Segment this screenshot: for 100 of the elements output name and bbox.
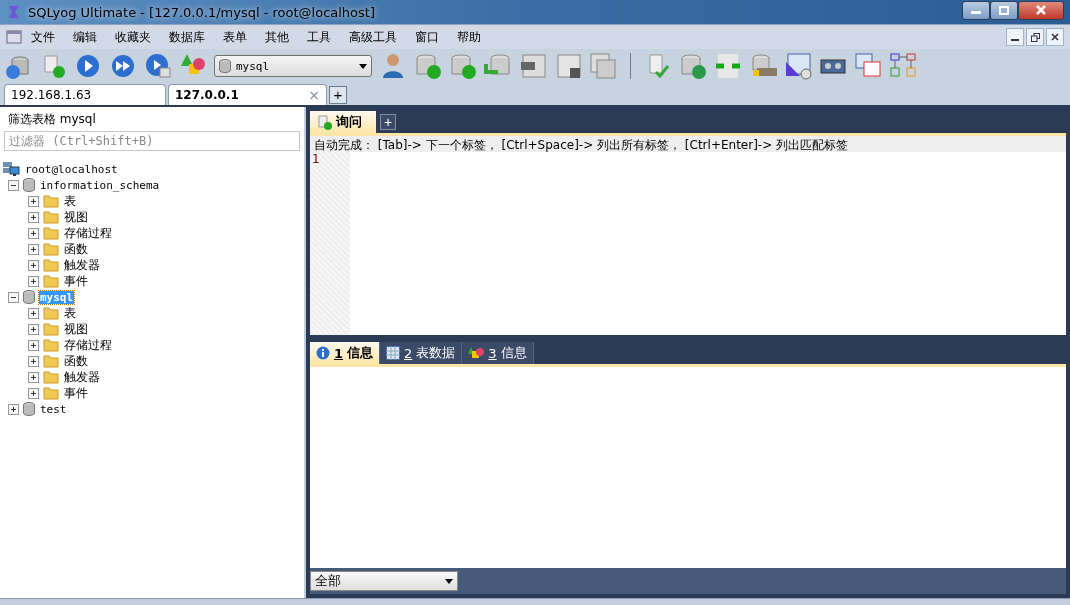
tree-item[interactable]: 触发器: [63, 256, 101, 274]
minimize-button[interactable]: [962, 0, 990, 20]
menu-item[interactable]: 高级工具: [340, 28, 406, 46]
collapse-toggle[interactable]: [8, 179, 19, 191]
menu-item[interactable]: 文件: [22, 28, 64, 46]
result-filter-select[interactable]: 全部: [310, 571, 458, 591]
expand-toggle[interactable]: [8, 403, 19, 415]
expand-toggle[interactable]: [28, 323, 39, 335]
expand-toggle[interactable]: [28, 259, 39, 271]
tree-item[interactable]: 事件: [63, 384, 89, 402]
database-icon: [23, 178, 35, 192]
tree-item[interactable]: 表: [63, 304, 77, 322]
expand-toggle[interactable]: [28, 275, 39, 287]
tree-item[interactable]: test: [39, 402, 68, 416]
play-table-icon: [144, 52, 172, 80]
folder-icon: [43, 386, 59, 400]
folder-icon: [43, 258, 59, 272]
plus-icon: [30, 277, 37, 285]
plus-icon: [30, 245, 37, 253]
tree-item[interactable]: 存储过程: [63, 336, 113, 354]
query-tab[interactable]: 询问: [310, 111, 376, 133]
plus-icon: [30, 341, 37, 349]
expand-toggle[interactable]: [28, 195, 39, 207]
collapse-toggle[interactable]: [8, 291, 19, 303]
folder-icon: [43, 210, 59, 224]
app-logo-icon: [6, 4, 22, 20]
info-icon: [316, 346, 330, 360]
menu-item[interactable]: 工具: [298, 28, 340, 46]
folder-icon: [43, 226, 59, 240]
close-tab-button[interactable]: ×: [308, 87, 320, 103]
menu-item[interactable]: 编辑: [64, 28, 106, 46]
menu-item[interactable]: 表单: [214, 28, 256, 46]
restore-button[interactable]: [1026, 28, 1044, 46]
connection-tab[interactable]: 127.0.0.1 ×: [168, 84, 327, 105]
restore-icon: [1030, 32, 1040, 42]
menu-item[interactable]: 帮助: [448, 28, 490, 46]
result-tab[interactable]: 2 表数据: [380, 342, 463, 364]
folder-icon: [43, 338, 59, 352]
plus-icon: [30, 357, 37, 365]
new-query-tab-button[interactable]: +: [380, 114, 396, 130]
menu-item[interactable]: 窗口: [406, 28, 448, 46]
window-title: SQLyog Ultimate - [127.0.0.1/mysql - root@localhost]: [28, 4, 375, 20]
result-tab[interactable]: 3 信息: [462, 342, 534, 364]
folder-icon: [43, 370, 59, 384]
menu-item[interactable]: 收藏夹: [106, 28, 160, 46]
filter-field[interactable]: 过滤器 (Ctrl+Shift+B): [4, 131, 300, 151]
plus-icon: [10, 405, 17, 413]
close-button[interactable]: [1018, 0, 1064, 20]
database-icon: [23, 290, 35, 304]
menu-item[interactable]: 数据库: [160, 28, 214, 46]
new-tab-button[interactable]: +: [329, 86, 347, 104]
close-button[interactable]: [1046, 28, 1064, 46]
expand-toggle[interactable]: [28, 243, 39, 255]
result-tab[interactable]: 1 信息: [310, 342, 381, 364]
shapes-icon: [468, 346, 485, 360]
tree-item[interactable]: 表: [63, 192, 77, 210]
folder-icon: [43, 242, 59, 256]
plus-icon: [30, 229, 37, 237]
maximize-button[interactable]: [990, 0, 1018, 20]
line-number: 1: [311, 152, 321, 166]
close-icon: [1051, 33, 1059, 41]
folder-icon: [43, 194, 59, 208]
tree-item[interactable]: 函数: [63, 240, 89, 258]
folder-icon: [43, 354, 59, 368]
tree-item[interactable]: 事件: [63, 272, 89, 290]
tree-item[interactable]: root@localhost: [24, 162, 119, 176]
fast-forward-icon: [109, 52, 137, 80]
folder-icon: [43, 306, 59, 320]
sql-editor[interactable]: 1: [310, 152, 1066, 335]
tree-item[interactable]: 存储过程: [63, 224, 113, 242]
expand-toggle[interactable]: [28, 355, 39, 367]
folder-icon: [43, 274, 59, 288]
schema-drawing: [889, 52, 917, 80]
caret-icon: [445, 578, 453, 584]
plus-icon: [30, 261, 37, 269]
expand-toggle[interactable]: [28, 371, 39, 383]
window-menu-icon: [6, 30, 22, 44]
database-icon: [23, 402, 35, 416]
tree-item[interactable]: 视图: [63, 208, 89, 226]
expand-toggle[interactable]: [28, 211, 39, 223]
tree-item[interactable]: 触发器: [63, 368, 101, 386]
expand-toggle[interactable]: [28, 339, 39, 351]
filter-label: 筛选表格 mysql: [7, 111, 97, 128]
folder-icon: [43, 322, 59, 336]
connection-tab[interactable]: 192.168.1.63: [4, 84, 166, 105]
caret-icon: [359, 63, 367, 69]
expand-toggle[interactable]: [28, 387, 39, 399]
tree-item[interactable]: 视图: [63, 320, 89, 338]
plus-icon: [30, 213, 37, 221]
database-icon: [219, 59, 231, 73]
minimize-button[interactable]: [1006, 28, 1024, 46]
tree-item[interactable]: information_schema: [39, 178, 161, 192]
tree-item[interactable]: 函数: [63, 352, 89, 370]
plus-icon: [30, 389, 37, 397]
database-select[interactable]: mysql: [214, 55, 372, 77]
menu-item[interactable]: 其他: [256, 28, 298, 46]
expand-toggle[interactable]: [28, 227, 39, 239]
expand-toggle[interactable]: [28, 307, 39, 319]
server-icon: [2, 161, 20, 177]
plus-icon: [30, 325, 37, 333]
